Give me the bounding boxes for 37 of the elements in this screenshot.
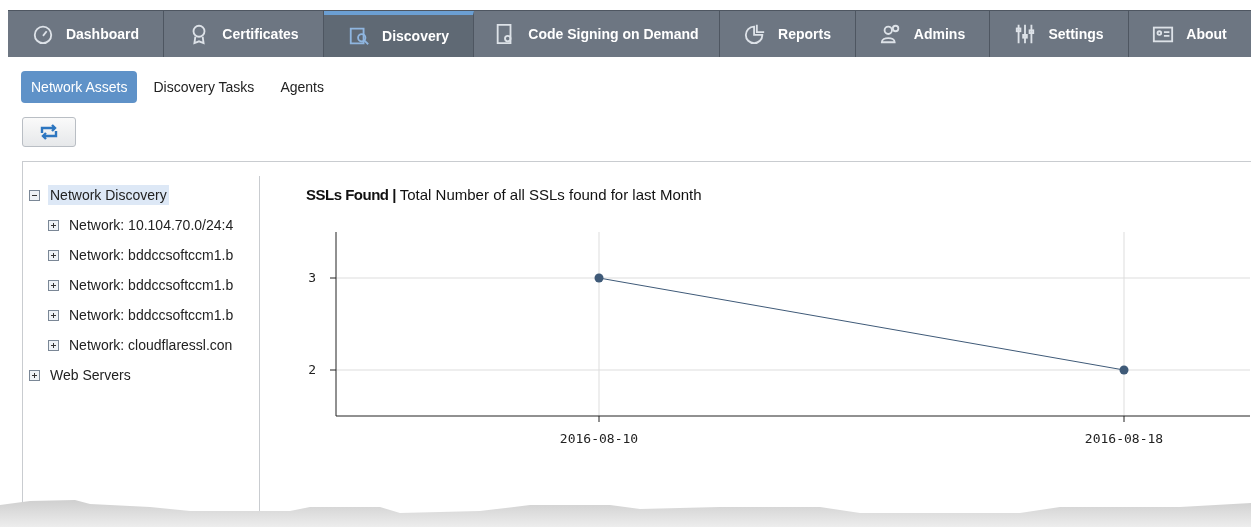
tree-item[interactable]: Network: 10.104.70.0/24:4 [67, 215, 236, 235]
x-tick-label: 2016-08-18 [1084, 431, 1164, 446]
nav-tab[interactable]: Reports [720, 11, 856, 57]
chart-title: SSLs Found | Total Number of all SSLs found for last Month [306, 186, 702, 203]
sub-tab[interactable]: Agents [270, 71, 334, 103]
refresh-button[interactable] [22, 117, 76, 147]
tree-toggle-icon[interactable] [48, 219, 59, 231]
tree-item[interactable]: Network: bddccsoftccm1.b [67, 245, 236, 265]
refresh-icon [39, 124, 59, 140]
data-point [594, 273, 604, 283]
tree-toggle-icon[interactable] [29, 189, 40, 201]
tree-toggle-icon[interactable] [48, 249, 59, 261]
nav-tab[interactable]: Discovery [324, 11, 474, 57]
tree-toggle-icon[interactable] [48, 279, 59, 291]
tree-item[interactable]: Network Discovery [48, 185, 169, 205]
nav-tab[interactable]: Dashboard [8, 11, 164, 57]
nav-tab[interactable]: About [1129, 11, 1250, 57]
tree-toggle-icon[interactable] [48, 339, 59, 351]
nav-tab[interactable]: Admins [856, 11, 990, 57]
tree-item[interactable]: Network: cloudflaressl.con [67, 335, 235, 355]
document-search-icon [348, 25, 371, 47]
data-point [1119, 365, 1129, 375]
tree-item[interactable]: Network: bddccsoftccm1.b [67, 305, 236, 325]
nav-tab[interactable]: Code Signing on Demand [474, 11, 720, 57]
sliders-icon [1014, 23, 1037, 45]
tree-item[interactable]: Network: bddccsoftccm1.b [67, 275, 236, 295]
pie-chart-icon [744, 23, 767, 45]
tree-toggle-icon[interactable] [48, 309, 59, 321]
x-tick-label: 2016-08-10 [559, 431, 639, 446]
sub-tab[interactable]: Discovery Tasks [143, 71, 265, 103]
gauge-icon [31, 23, 54, 45]
users-icon [879, 23, 902, 45]
tree-toggle-icon[interactable] [29, 369, 40, 381]
tree-item[interactable]: Web Servers [48, 365, 133, 385]
y-tick-label: 2 [308, 362, 316, 377]
y-tick-label: 3 [308, 270, 316, 285]
nav-tab[interactable]: Settings [990, 11, 1129, 57]
